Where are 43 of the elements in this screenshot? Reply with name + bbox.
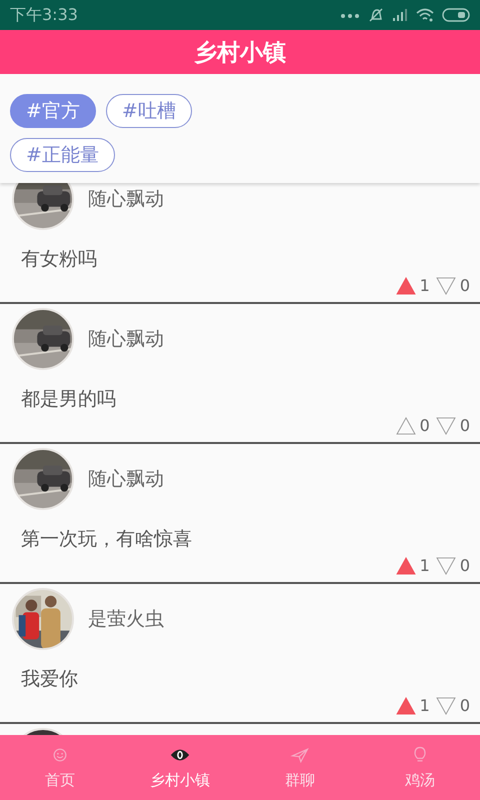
downvote-icon[interactable] [436, 696, 456, 714]
user-name: 随心飘动 [88, 327, 164, 352]
signal-icon [392, 8, 408, 22]
upvote-count: 1 [420, 696, 430, 715]
battery-icon [442, 8, 470, 22]
user-name: 随心飘动 [88, 467, 164, 492]
nav-label: 首页 [45, 771, 75, 790]
tag-chip[interactable]: #正能量 [10, 138, 115, 172]
tag-chip[interactable]: #吐槽 [106, 94, 192, 128]
downvote-count: 0 [460, 416, 470, 435]
downvote-count: 0 [460, 556, 470, 575]
nav-label: 乡村小镇 [150, 771, 210, 790]
tag-chip[interactable]: #官方 [10, 94, 96, 128]
downvote-icon[interactable] [436, 556, 456, 574]
nav-tab[interactable]: 鸡汤 [360, 735, 480, 800]
downvote-count: 0 [460, 276, 470, 295]
post-text: 第一次玩，有啥惊喜 [21, 527, 193, 552]
nav-label: 群聊 [285, 771, 315, 790]
nav-label: 鸡汤 [405, 771, 435, 790]
nav-tab[interactable]: 乡村小镇 [120, 735, 240, 800]
post-text: 我爱你 [21, 667, 79, 692]
bell-off-icon [368, 7, 384, 23]
post-text: 都是男的吗 [21, 387, 117, 412]
upvote-filled-icon[interactable] [396, 696, 416, 714]
upvote-filled-icon[interactable] [396, 556, 416, 574]
page-title: 乡村小镇 [194, 38, 286, 68]
upvote-icon[interactable] [396, 416, 416, 434]
post-text: 有女粉吗 [21, 247, 98, 272]
upvote-count: 0 [420, 416, 430, 435]
nav-tab[interactable]: 群聊 [240, 735, 360, 800]
wifi-icon [416, 8, 434, 22]
more-dots-icon [340, 11, 360, 19]
downvote-icon[interactable] [436, 416, 456, 434]
downvote-count: 0 [460, 696, 470, 715]
downvote-icon[interactable] [436, 276, 456, 294]
paper-plane-icon [290, 745, 310, 765]
upvote-filled-icon[interactable] [396, 276, 416, 294]
upvote-count: 1 [420, 276, 430, 295]
user-name: 是萤火虫 [88, 607, 164, 632]
nav-tab[interactable]: 首页 [0, 735, 120, 800]
status-time: 下午3:33 [10, 4, 78, 26]
user-name: 随心飘动 [88, 187, 164, 212]
upvote-count: 1 [420, 556, 430, 575]
